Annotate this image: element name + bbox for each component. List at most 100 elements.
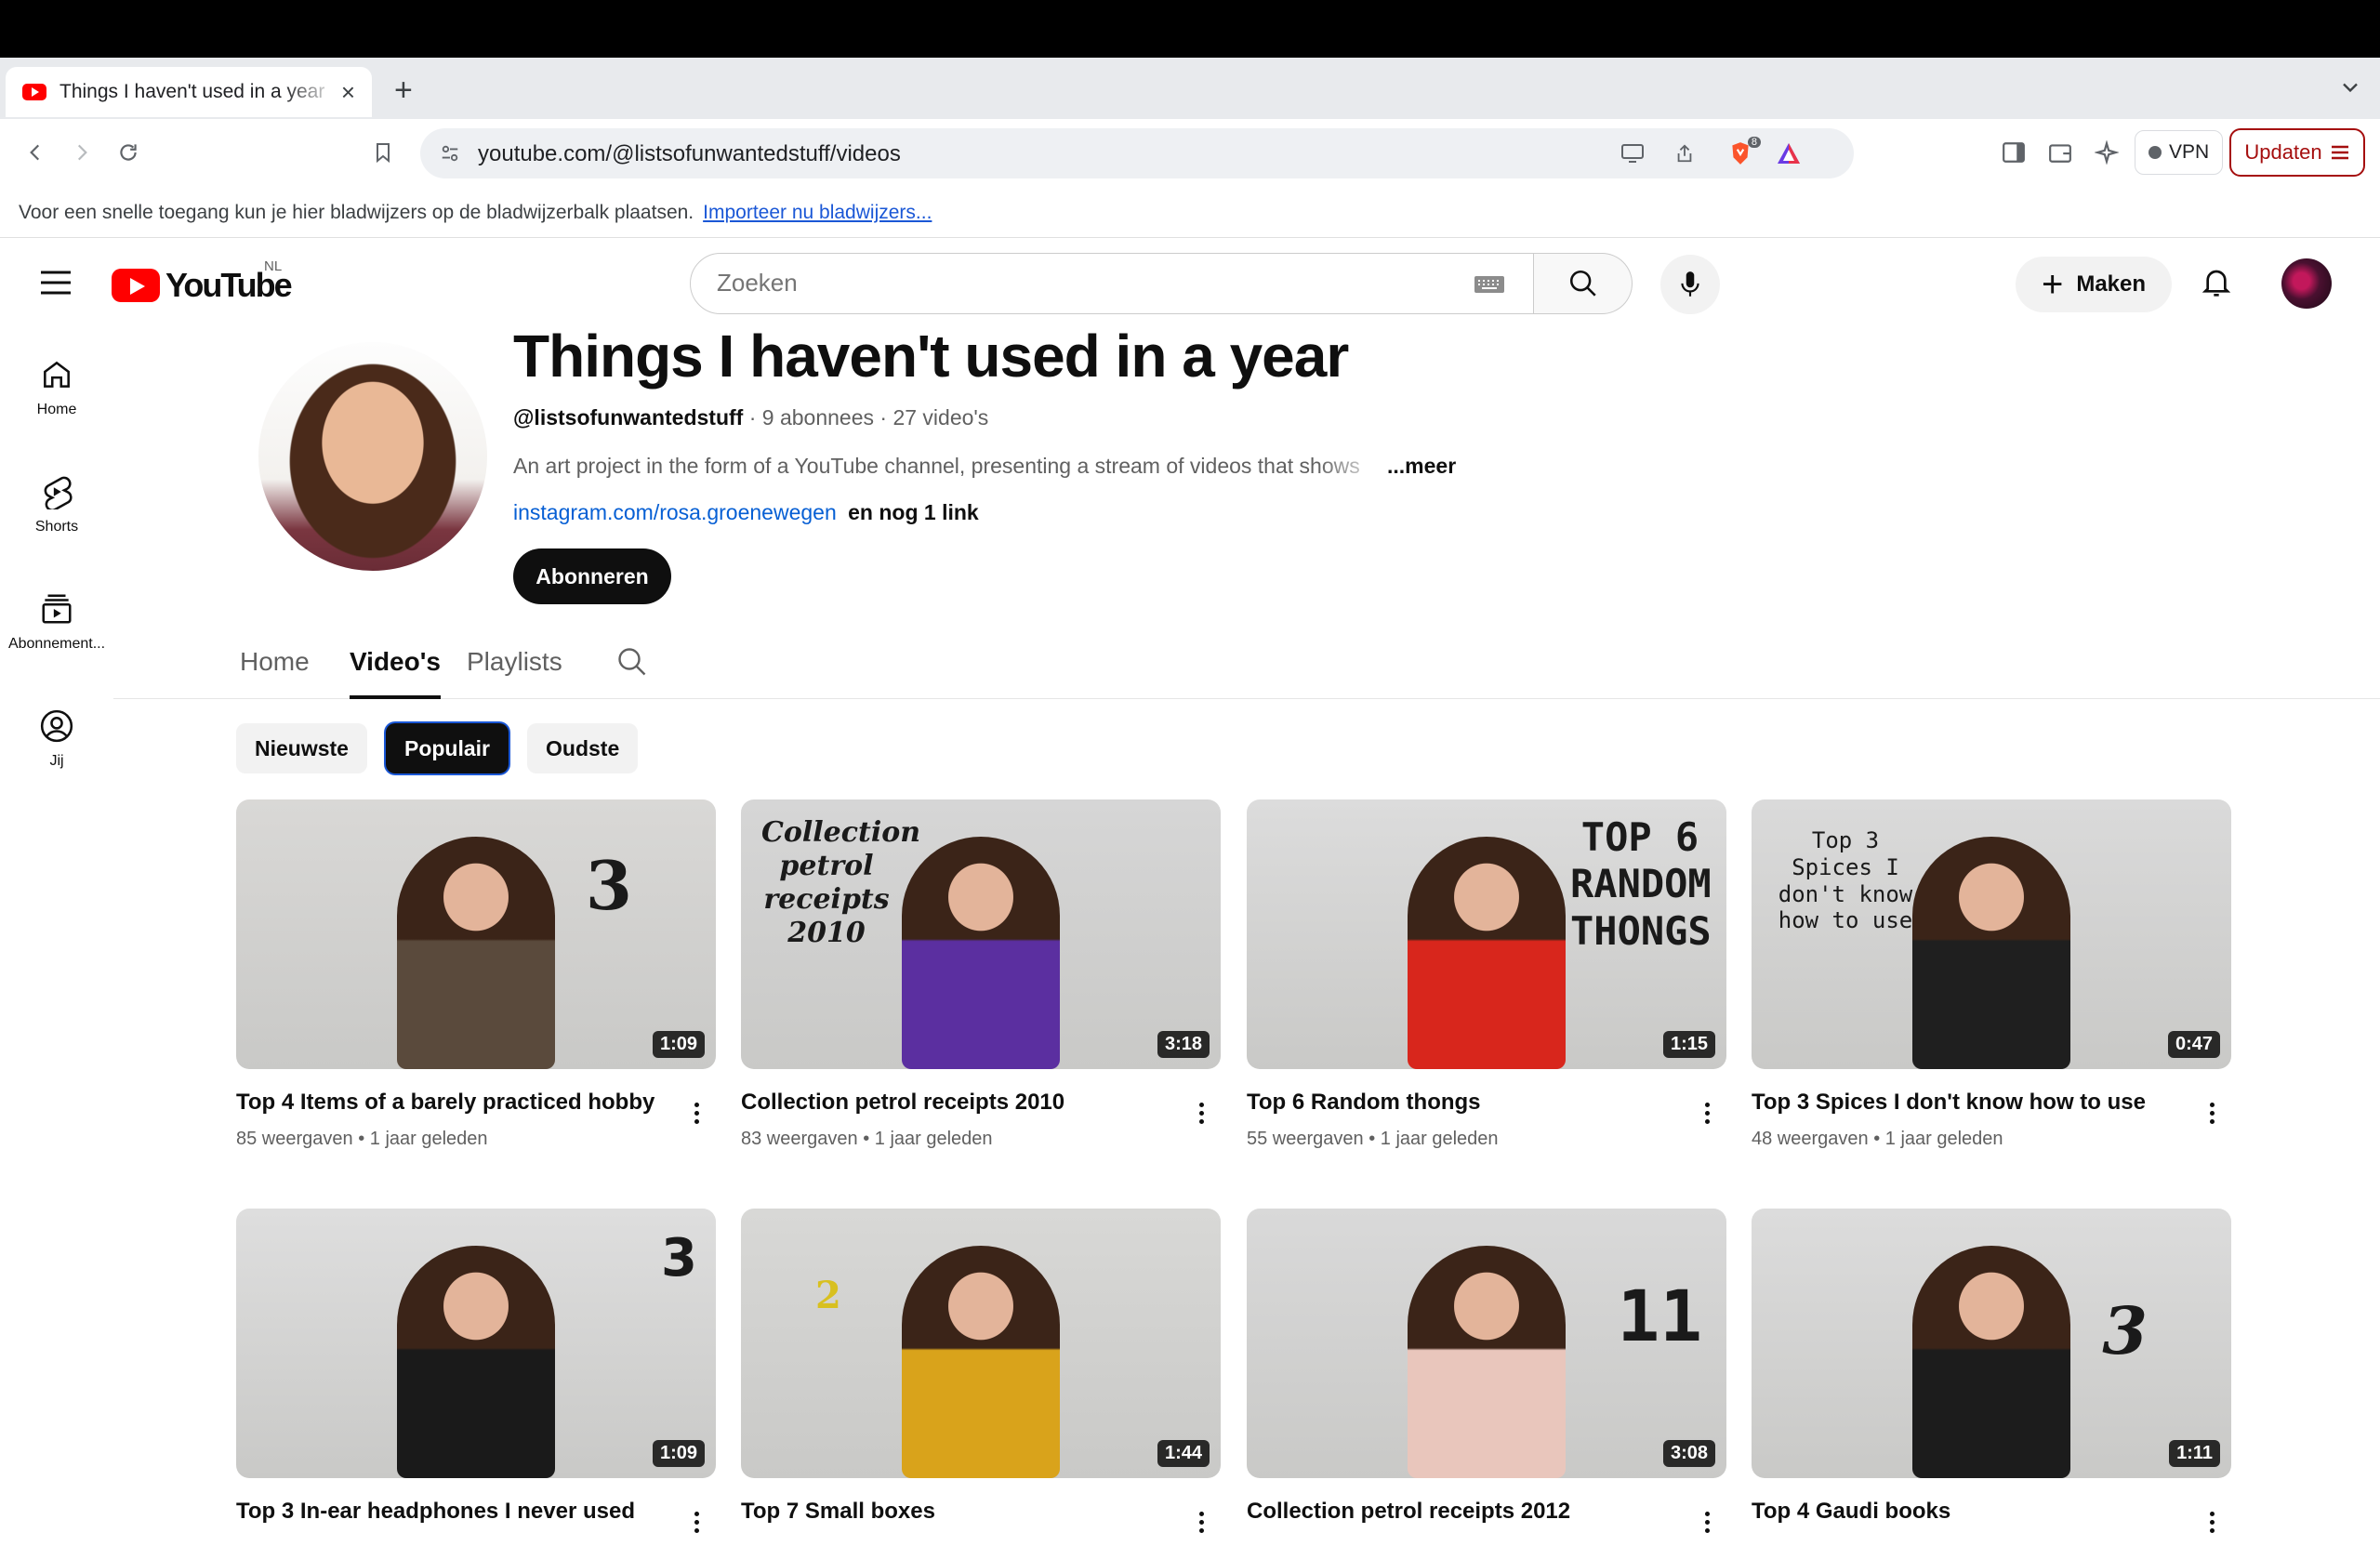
video-duration: 3:18 xyxy=(1157,1031,1210,1058)
video-card[interactable]: TOP 6 RANDOM THONGS 1:15 Top 6 Random th… xyxy=(1247,799,1726,1150)
chip-oldest[interactable]: Oudste xyxy=(527,723,639,773)
share-icon[interactable] xyxy=(1668,137,1701,170)
video-thumbnail[interactable]: 2 1:44 xyxy=(741,1209,1221,1478)
upload-age: 1 jaar geleden xyxy=(1380,1129,1499,1149)
more-actions-icon[interactable] xyxy=(1187,1097,1215,1129)
search-icon xyxy=(1569,270,1596,297)
video-thumbnail[interactable]: 3 1:11 xyxy=(1752,1209,2231,1478)
video-title[interactable]: Top 6 Random thongs xyxy=(1247,1090,1693,1116)
browser-toolbar: youtube.com/@listsofunwantedstuff/videos… xyxy=(0,119,2380,188)
voice-search-button[interactable] xyxy=(1660,255,1720,314)
video-thumbnail[interactable]: 3 1:09 xyxy=(236,1209,716,1478)
video-title[interactable]: Top 4 Items of a barely practiced hobby xyxy=(236,1090,682,1116)
more-links-button[interactable]: en nog 1 link xyxy=(848,500,979,524)
wallet-icon[interactable] xyxy=(2040,132,2081,173)
more-actions-icon[interactable] xyxy=(1693,1506,1721,1538)
guide-menu-icon[interactable] xyxy=(37,266,74,299)
tab-videos[interactable]: Video's xyxy=(350,647,441,699)
description-more-link[interactable]: ...meer xyxy=(1387,454,1456,478)
forward-icon[interactable] xyxy=(61,132,102,173)
meta-separator: · xyxy=(748,405,762,429)
cast-icon[interactable] xyxy=(1616,137,1649,170)
chevron-down-icon[interactable] xyxy=(2337,74,2363,105)
more-actions-icon[interactable] xyxy=(682,1506,710,1538)
video-title[interactable]: Top 7 Small boxes xyxy=(741,1499,1187,1525)
video-thumbnail[interactable]: Collection petrol receipts 2010 3:18 xyxy=(741,799,1221,1069)
import-bookmarks-link[interactable]: Importeer nu bladwijzers... xyxy=(703,202,932,224)
leo-ai-icon[interactable] xyxy=(2086,132,2127,173)
menu-icon xyxy=(2331,145,2348,160)
video-count: 27 video's xyxy=(892,405,989,429)
video-card[interactable]: 2 1:44 Top 7 Small boxes xyxy=(741,1209,1221,1538)
video-title[interactable]: Top 4 Gaudi books xyxy=(1752,1499,2198,1525)
more-actions-icon[interactable] xyxy=(1187,1506,1215,1538)
channel-avatar xyxy=(258,342,487,571)
keyboard-icon[interactable] xyxy=(1474,274,1505,295)
plus-icon[interactable]: + xyxy=(394,73,413,109)
video-card[interactable]: 3 1:09 Top 3 In-ear headphones I never u… xyxy=(236,1209,716,1538)
video-card[interactable]: 3 1:11 Top 4 Gaudi books xyxy=(1752,1209,2231,1538)
subscribe-button[interactable]: Abonneren xyxy=(513,548,671,604)
update-button[interactable]: Updaten xyxy=(2229,128,2365,177)
vpn-button[interactable]: VPN xyxy=(2135,130,2224,175)
instagram-link[interactable]: instagram.com/rosa.groenewegen xyxy=(513,500,837,524)
search-box[interactable] xyxy=(690,253,1534,314)
thumbnail-overlay-text: 11 xyxy=(1617,1275,1702,1357)
video-meta: 83 weergaven • 1 jaar geleden xyxy=(741,1129,993,1149)
video-title[interactable]: Collection petrol receipts 2010 xyxy=(741,1090,1187,1116)
browser-tab[interactable]: Things I haven't used in a year × xyxy=(6,67,372,117)
bookmark-icon[interactable] xyxy=(363,132,403,173)
channel-links: instagram.com/rosa.groenewegen en nog 1 … xyxy=(513,500,979,525)
video-card[interactable]: 11 3:08 Collection petrol receipts 2012 xyxy=(1247,1209,1726,1538)
video-title[interactable]: Collection petrol receipts 2012 xyxy=(1247,1499,1693,1525)
reload-icon[interactable] xyxy=(108,132,149,173)
tab-title: Things I haven't used in a year xyxy=(60,81,325,102)
channel-search-icon[interactable] xyxy=(615,645,649,679)
search-input[interactable] xyxy=(717,269,1442,297)
guide-item-home[interactable]: Home xyxy=(0,357,113,418)
guide-item-subscriptions[interactable]: Abonnement... xyxy=(0,591,113,653)
site-settings-icon[interactable] xyxy=(433,137,467,170)
guide-item-shorts[interactable]: Shorts xyxy=(0,474,113,535)
video-thumbnail[interactable]: TOP 6 RANDOM THONGS 1:15 xyxy=(1247,799,1726,1069)
search-button[interactable] xyxy=(1534,253,1633,314)
url-text[interactable]: youtube.com/@listsofunwantedstuff/videos xyxy=(478,141,901,167)
video-duration: 1:09 xyxy=(652,1440,705,1467)
video-thumbnail[interactable]: Top 3 Spices I don't know how to use 0:4… xyxy=(1752,799,2231,1069)
bookmarks-message: Voor een snelle toegang kun je hier blad… xyxy=(19,201,694,223)
notifications-bell-icon[interactable] xyxy=(2196,260,2237,305)
tab-home[interactable]: Home xyxy=(240,647,310,699)
video-card[interactable]: Collection petrol receipts 2010 3:18 Col… xyxy=(741,799,1221,1150)
sidebar-toggle-icon[interactable] xyxy=(1993,132,2034,173)
create-label: Maken xyxy=(2076,271,2147,297)
video-title[interactable]: Top 3 In-ear headphones I never used xyxy=(236,1499,682,1525)
more-actions-icon[interactable] xyxy=(2198,1097,2226,1129)
back-icon[interactable] xyxy=(15,132,56,173)
tab-playlists[interactable]: Playlists xyxy=(467,647,562,699)
video-thumbnail[interactable]: 11 3:08 xyxy=(1247,1209,1726,1478)
address-bar[interactable]: youtube.com/@listsofunwantedstuff/videos… xyxy=(420,128,1854,178)
chip-newest[interactable]: Nieuwste xyxy=(236,723,367,773)
guide-item-label: Shorts xyxy=(34,519,79,535)
browser-tabstrip: Things I haven't used in a year × + xyxy=(0,58,2380,119)
video-title[interactable]: Top 3 Spices I don't know how to use xyxy=(1752,1090,2198,1116)
chip-popular[interactable]: Populair xyxy=(385,723,509,773)
channel-description[interactable]: An art project in the form of a YouTube … xyxy=(513,454,1456,479)
brave-shields-icon[interactable]: 8 xyxy=(1724,137,1761,170)
video-thumbnail[interactable]: 3 1:09 xyxy=(236,799,716,1069)
create-button[interactable]: + Maken xyxy=(2016,257,2172,312)
shields-count-badge: 8 xyxy=(1747,137,1761,148)
close-tab-icon[interactable]: × xyxy=(341,78,355,107)
thumbnail-overlay-text: 3 xyxy=(661,1228,697,1288)
video-duration: 1:11 xyxy=(2169,1440,2220,1467)
account-avatar[interactable] xyxy=(2281,258,2332,309)
more-actions-icon[interactable] xyxy=(682,1097,710,1129)
video-card[interactable]: Top 3 Spices I don't know how to use 0:4… xyxy=(1752,799,2231,1150)
more-actions-icon[interactable] xyxy=(1693,1097,1721,1129)
upload-age: 1 jaar geleden xyxy=(369,1129,488,1149)
more-actions-icon[interactable] xyxy=(2198,1506,2226,1538)
guide-item-you[interactable]: Jij xyxy=(0,708,113,770)
brave-rewards-icon[interactable] xyxy=(1772,137,1805,170)
vpn-status-icon xyxy=(2149,146,2162,159)
video-card[interactable]: 3 1:09 Top 4 Items of a barely practiced… xyxy=(236,799,716,1150)
